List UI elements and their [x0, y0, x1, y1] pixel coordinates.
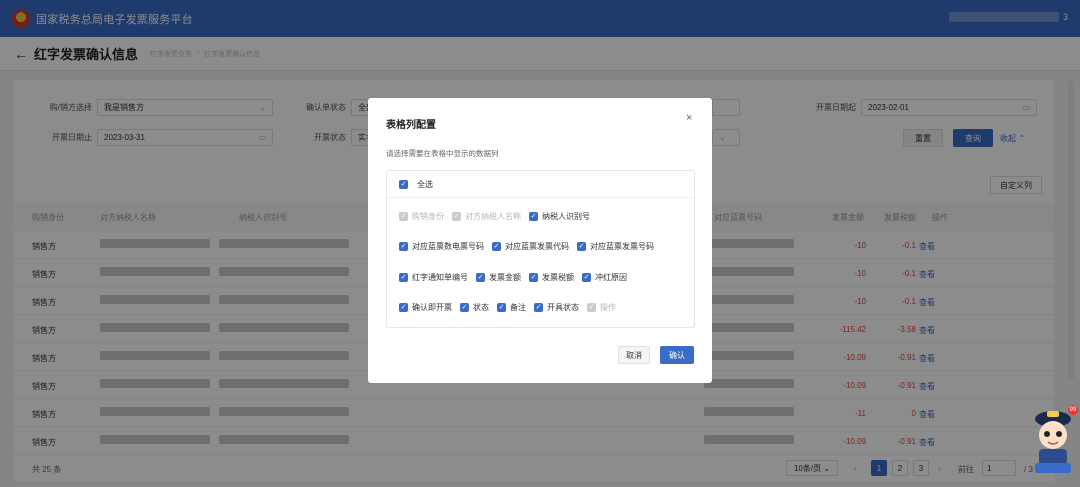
- cancel-button[interactable]: 取消: [618, 346, 650, 364]
- column-option-label: 冲红原因: [595, 273, 627, 282]
- select-all-checkbox[interactable]: ✓ 全选: [399, 179, 433, 190]
- column-option-label: 确认即开票: [412, 303, 452, 312]
- column-option-label: 备注: [510, 303, 526, 312]
- assistant-mascot-icon[interactable]: [1030, 405, 1076, 475]
- column-option-checkbox[interactable]: ✓ 发票金额: [476, 272, 521, 283]
- column-options-box: ✓ 全选 ✓ 购销身份 ✓ 对方纳税人名称 ✓ 纳税人识别号 ✓ 对应蓝票数电票号码 ✓ 对应蓝票…: [386, 170, 695, 328]
- checkbox-checked-icon: ✓: [399, 303, 408, 312]
- checkbox-checked-icon: ✓: [497, 303, 506, 312]
- column-option-checkbox: ✓ 对方纳税人名称: [452, 211, 521, 222]
- notification-badge: 99: [1068, 405, 1078, 415]
- column-option-label: 购销身份: [412, 212, 444, 221]
- column-config-dialog: 表格列配置 × 请选择需要在表格中显示的数据列 ✓ 全选 ✓ 购销身份 ✓ 对方纳税人…: [368, 98, 712, 383]
- checkbox-checked-icon: ✓: [582, 273, 591, 282]
- checkbox-checked-icon: ✓: [476, 273, 485, 282]
- column-option-row: ✓ 确认即开票 ✓ 状态 ✓ 备注 ✓ 开具状态 ✓ 操作: [399, 302, 624, 313]
- divider: [387, 197, 694, 198]
- column-option-label: 红字通知单编号: [412, 273, 468, 282]
- column-option-label: 发票金额: [489, 273, 521, 282]
- column-option-checkbox[interactable]: ✓ 对应蓝票发票代码: [492, 241, 569, 252]
- checkbox-checked-icon: ✓: [399, 242, 408, 251]
- column-option-checkbox[interactable]: ✓ 冲红原因: [582, 272, 627, 283]
- column-option-checkbox[interactable]: ✓ 发票税额: [529, 272, 574, 283]
- checkbox-checked-icon: ✓: [529, 212, 538, 221]
- checkbox-checked-icon: ✓: [534, 303, 543, 312]
- close-icon[interactable]: ×: [686, 112, 692, 124]
- column-option-row: ✓ 红字通知单编号 ✓ 发票金额 ✓ 发票税额 ✓ 冲红原因: [399, 272, 635, 283]
- column-option-checkbox[interactable]: ✓ 状态: [460, 302, 489, 313]
- column-option-checkbox[interactable]: ✓ 红字通知单编号: [399, 272, 468, 283]
- column-option-label: 开具状态: [547, 303, 579, 312]
- dialog-hint: 请选择需要在表格中显示的数据列: [386, 149, 499, 158]
- column-option-checkbox[interactable]: ✓ 确认即开票: [399, 302, 452, 313]
- column-option-checkbox[interactable]: ✓ 纳税人识别号: [529, 211, 590, 222]
- confirm-button[interactable]: 确认: [660, 346, 694, 364]
- column-option-checkbox[interactable]: ✓ 对应蓝票数电票号码: [399, 241, 484, 252]
- checkbox-checked-icon: ✓: [399, 273, 408, 282]
- checkbox-checked-icon: ✓: [492, 242, 501, 251]
- column-option-label: 发票税额: [542, 273, 574, 282]
- column-option-label: 对方纳税人名称: [465, 212, 521, 221]
- checkbox-checked-icon: ✓: [577, 242, 586, 251]
- column-option-checkbox: ✓ 购销身份: [399, 211, 444, 222]
- column-option-label: 对应蓝票发票代码: [505, 242, 569, 251]
- column-option-checkbox: ✓ 操作: [587, 302, 616, 313]
- checkbox-checked-icon: ✓: [460, 303, 469, 312]
- checkbox-checked-icon: ✓: [399, 180, 408, 189]
- column-option-label: 操作: [600, 303, 616, 312]
- checkbox-checked-icon: ✓: [399, 212, 408, 221]
- column-option-checkbox[interactable]: ✓ 备注: [497, 302, 526, 313]
- column-option-label: 对应蓝票数电票号码: [412, 242, 484, 251]
- column-option-row: ✓ 购销身份 ✓ 对方纳税人名称 ✓ 纳税人识别号: [399, 211, 598, 222]
- column-option-row: ✓ 对应蓝票数电票号码 ✓ 对应蓝票发票代码 ✓ 对应蓝票发票号码: [399, 241, 662, 252]
- column-option-checkbox[interactable]: ✓ 对应蓝票发票号码: [577, 241, 654, 252]
- dialog-title: 表格列配置: [386, 120, 436, 131]
- column-option-label: 纳税人识别号: [542, 212, 590, 221]
- checkbox-checked-icon: ✓: [452, 212, 461, 221]
- checkbox-checked-icon: ✓: [529, 273, 538, 282]
- column-option-checkbox[interactable]: ✓ 开具状态: [534, 302, 579, 313]
- select-all-label: 全选: [417, 180, 433, 189]
- column-option-label: 对应蓝票发票号码: [590, 242, 654, 251]
- checkbox-checked-icon: ✓: [587, 303, 596, 312]
- column-option-label: 状态: [473, 303, 489, 312]
